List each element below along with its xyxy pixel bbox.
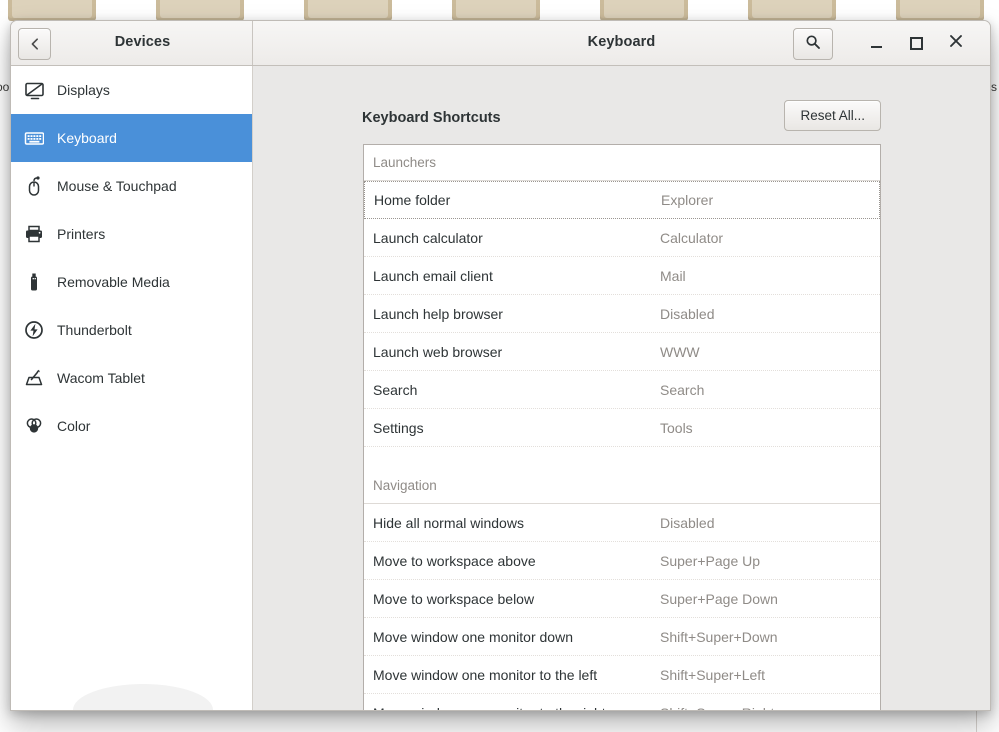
sidebar-item-color[interactable]: Color — [11, 402, 252, 450]
shortcut-name: Launch help browser — [364, 306, 660, 322]
sidebar-item-label: Thunderbolt — [57, 323, 132, 337]
sidebar-item-thunderbolt[interactable]: Thunderbolt — [11, 306, 252, 354]
shortcut-name: Move to workspace below — [364, 591, 660, 607]
shortcut-row[interactable]: Home folderExplorer — [364, 181, 880, 219]
maximize-icon — [910, 37, 923, 50]
maximize-button[interactable] — [900, 27, 932, 59]
minimize-icon — [871, 46, 882, 48]
shortcut-accelerator: Super+Page Down — [660, 591, 880, 607]
shortcut-name: Move window one monitor down — [364, 629, 660, 645]
shortcut-accelerator: Super+Page Up — [660, 553, 880, 569]
sidebar-item-label: Keyboard — [57, 131, 117, 145]
shortcut-name: Launch calculator — [364, 230, 660, 246]
sidebar-item-printers[interactable]: Printers — [11, 210, 252, 258]
sidebar-item-wacom-tablet[interactable]: Wacom Tablet — [11, 354, 252, 402]
shortcut-row[interactable]: Move window one monitor to the leftShift… — [364, 656, 880, 694]
settings-window: Devices Keyboard — [10, 20, 991, 711]
sidebar-item-removable-media[interactable]: Removable Media — [11, 258, 252, 306]
shortcut-accelerator: Search — [660, 382, 880, 398]
wacom-tablet-icon — [23, 367, 45, 389]
shortcut-name: Hide all normal windows — [364, 515, 660, 531]
sidebar-shadow-blob — [73, 684, 213, 710]
page-title-devices: Devices — [11, 34, 252, 50]
shortcut-name: Search — [364, 382, 660, 398]
shortcut-row[interactable]: Move window one monitor downShift+Super+… — [364, 618, 880, 656]
shortcut-accelerator: Disabled — [660, 306, 880, 322]
shortcut-row[interactable]: SearchSearch — [364, 371, 880, 409]
shortcut-row[interactable]: Hide all normal windowsDisabled — [364, 504, 880, 542]
close-icon — [949, 34, 963, 53]
shortcut-row[interactable]: Move to workspace belowSuper+Page Down — [364, 580, 880, 618]
sidebar-item-label: Mouse & Touchpad — [57, 179, 177, 193]
group-spacer — [364, 447, 880, 468]
reset-all-button[interactable]: Reset All... — [784, 100, 881, 131]
usb-drive-icon — [23, 271, 45, 293]
shortcut-row[interactable]: Launch help browserDisabled — [364, 295, 880, 333]
shortcut-accelerator: WWW — [660, 344, 880, 360]
shortcut-name: Move window one monitor to the right — [364, 705, 660, 711]
keyboard-icon — [23, 127, 45, 149]
sidebar-item-keyboard[interactable]: Keyboard — [11, 114, 252, 162]
section-heading: Keyboard Shortcuts — [362, 110, 501, 126]
sidebar-item-label: Removable Media — [57, 275, 170, 289]
headerbar-right-pane: Keyboard — [253, 21, 990, 65]
window-headerbar: Devices Keyboard — [11, 21, 990, 66]
shortcut-name: Launch email client — [364, 268, 660, 284]
printer-icon — [23, 223, 45, 245]
sidebar-item-label: Displays — [57, 83, 110, 97]
shortcut-row[interactable]: Move to workspace aboveSuper+Page Up — [364, 542, 880, 580]
sidebar-item-label: Printers — [57, 227, 105, 241]
color-profile-icon — [23, 415, 45, 437]
shortcut-row[interactable]: Move window one monitor to the rightShif… — [364, 694, 880, 710]
shortcut-name: Move to workspace above — [364, 553, 660, 569]
settings-sidebar: Displays Keyboard Mouse & Touchpad Print… — [11, 66, 253, 710]
shortcut-name: Home folder — [365, 192, 661, 208]
shortcut-accelerator: Mail — [660, 268, 880, 284]
shortcut-row[interactable]: Launch email clientMail — [364, 257, 880, 295]
shortcut-name: Move window one monitor to the left — [364, 667, 660, 683]
thunderbolt-icon — [23, 319, 45, 341]
search-button[interactable] — [793, 28, 833, 60]
window-body: Displays Keyboard Mouse & Touchpad Print… — [11, 66, 990, 710]
shortcut-row[interactable]: SettingsTools — [364, 409, 880, 447]
mouse-icon — [23, 175, 45, 197]
shortcuts-list[interactable]: LaunchersHome folderExplorerLaunch calcu… — [363, 144, 881, 710]
shortcut-accelerator: Calculator — [660, 230, 880, 246]
search-icon — [805, 34, 821, 55]
sidebar-item-label: Color — [57, 419, 90, 433]
headerbar-left-pane: Devices — [11, 21, 253, 65]
shortcut-name: Launch web browser — [364, 344, 660, 360]
shortcut-accelerator: Disabled — [660, 515, 880, 531]
shortcut-group-header: Launchers — [364, 145, 880, 181]
shortcut-accelerator: Tools — [660, 420, 880, 436]
shortcut-accelerator: Shift+Super+Right — [660, 705, 880, 711]
shortcut-name: Settings — [364, 420, 660, 436]
close-button[interactable] — [940, 27, 972, 59]
display-icon — [23, 79, 45, 101]
shortcut-accelerator: Shift+Super+Down — [660, 629, 880, 645]
minimize-button[interactable] — [860, 27, 892, 59]
main-content: Keyboard Shortcuts Reset All... Launcher… — [253, 66, 990, 710]
sidebar-item-label: Wacom Tablet — [57, 371, 145, 385]
shortcut-row[interactable]: Launch calculatorCalculator — [364, 219, 880, 257]
shortcut-accelerator: Explorer — [661, 192, 879, 208]
background-text-left: oo — [0, 80, 9, 94]
shortcut-group-header: Navigation — [364, 468, 880, 504]
sidebar-item-displays[interactable]: Displays — [11, 66, 252, 114]
shortcut-row[interactable]: Launch web browserWWW — [364, 333, 880, 371]
shortcut-accelerator: Shift+Super+Left — [660, 667, 880, 683]
sidebar-item-mouse-touchpad[interactable]: Mouse & Touchpad — [11, 162, 252, 210]
